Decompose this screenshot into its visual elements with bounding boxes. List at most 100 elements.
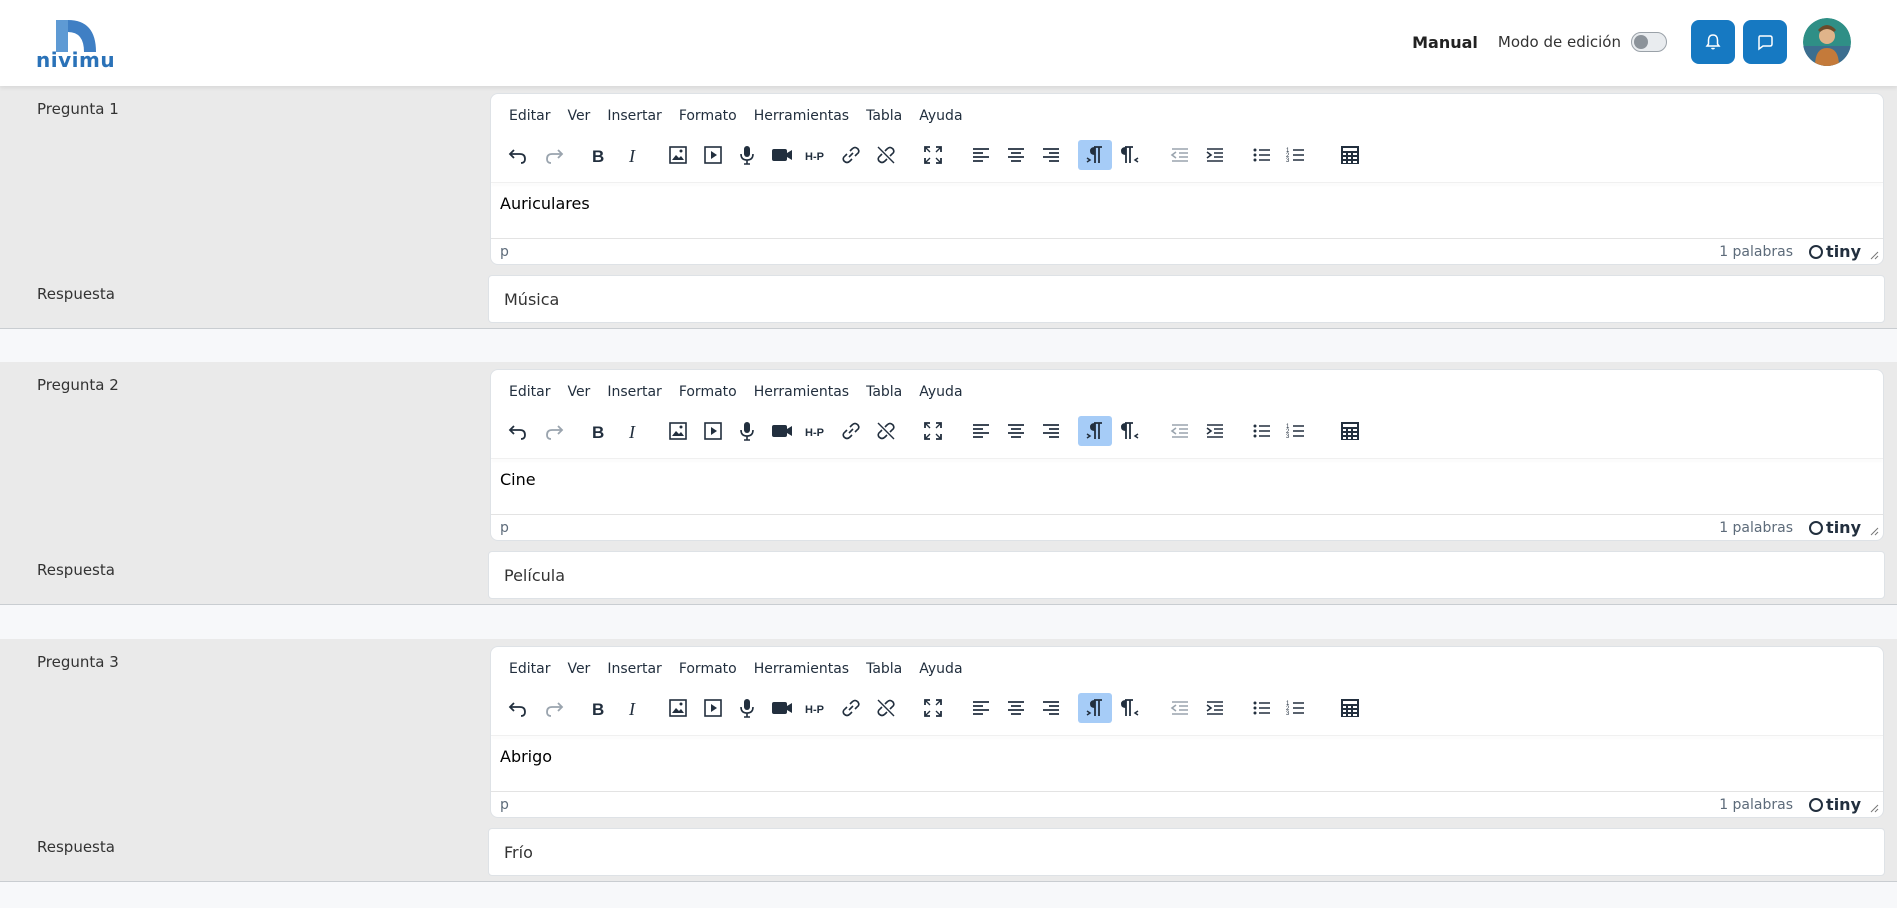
toolbar-button-ltr[interactable] bbox=[1078, 140, 1112, 170]
element-path[interactable]: p bbox=[500, 244, 509, 260]
user-avatar[interactable] bbox=[1803, 18, 1851, 66]
menu-ver[interactable]: Ver bbox=[567, 384, 590, 400]
editor-content[interactable]: Abrigo bbox=[500, 747, 552, 766]
toolbar-button-outdent[interactable] bbox=[1163, 140, 1197, 170]
toolbar-button-undo[interactable] bbox=[501, 140, 535, 170]
toolbar-button-align-center[interactable] bbox=[999, 416, 1033, 446]
toolbar-button-h5p[interactable]: H-P bbox=[799, 140, 833, 170]
menu-editar[interactable]: Editar bbox=[509, 661, 550, 677]
toolbar-button-video-camera[interactable] bbox=[765, 140, 799, 170]
menu-formato[interactable]: Formato bbox=[679, 108, 737, 124]
toolbar-button-align-left[interactable] bbox=[964, 416, 998, 446]
toolbar-button-outdent[interactable] bbox=[1163, 416, 1197, 446]
menu-formato[interactable]: Formato bbox=[679, 661, 737, 677]
toolbar-button-indent[interactable] bbox=[1198, 416, 1232, 446]
toolbar-button-bullet-list[interactable] bbox=[1245, 693, 1279, 723]
tiny-branding[interactable]: tiny bbox=[1809, 518, 1861, 537]
toolbar-button-align-center[interactable] bbox=[999, 693, 1033, 723]
toolbar-button-fullscreen[interactable] bbox=[916, 416, 950, 446]
tiny-branding[interactable]: tiny bbox=[1809, 795, 1861, 814]
edit-mode-toggle[interactable] bbox=[1631, 32, 1667, 52]
toolbar-button-redo[interactable] bbox=[537, 140, 571, 170]
toolbar-button-calculator[interactable] bbox=[1333, 416, 1367, 446]
menu-formato[interactable]: Formato bbox=[679, 384, 737, 400]
editor-content[interactable]: Auriculares bbox=[500, 194, 590, 213]
toolbar-button-undo[interactable] bbox=[501, 693, 535, 723]
toolbar-button-video-camera[interactable] bbox=[765, 416, 799, 446]
manual-link[interactable]: Manual bbox=[1412, 33, 1478, 52]
toolbar-button-unlink[interactable] bbox=[869, 416, 903, 446]
toolbar-button-italic[interactable]: I bbox=[616, 140, 650, 170]
word-count[interactable]: 1 palabras bbox=[1719, 244, 1793, 260]
toolbar-button-align-left[interactable] bbox=[964, 693, 998, 723]
toolbar-button-indent[interactable] bbox=[1198, 693, 1232, 723]
toolbar-button-bold[interactable]: B bbox=[581, 140, 615, 170]
resize-handle-icon[interactable] bbox=[1869, 526, 1879, 536]
toolbar-button-rtl[interactable] bbox=[1113, 140, 1147, 170]
toolbar-button-video-camera[interactable] bbox=[765, 693, 799, 723]
menu-herramientas[interactable]: Herramientas bbox=[754, 661, 849, 677]
word-count[interactable]: 1 palabras bbox=[1719, 520, 1793, 536]
toolbar-button-fullscreen[interactable] bbox=[916, 693, 950, 723]
resize-handle-icon[interactable] bbox=[1869, 803, 1879, 813]
toolbar-button-image[interactable] bbox=[661, 693, 695, 723]
toolbar-button-image[interactable] bbox=[661, 140, 695, 170]
toolbar-button-outdent[interactable] bbox=[1163, 693, 1197, 723]
toolbar-button-bullet-list[interactable] bbox=[1245, 140, 1279, 170]
menu-insertar[interactable]: Insertar bbox=[607, 108, 662, 124]
element-path[interactable]: p bbox=[500, 797, 509, 813]
toolbar-button-bullet-list[interactable] bbox=[1245, 416, 1279, 446]
toolbar-button-numbered-list[interactable]: 123 bbox=[1279, 140, 1313, 170]
toolbar-button-media[interactable] bbox=[696, 416, 730, 446]
toolbar-button-microphone[interactable] bbox=[730, 416, 764, 446]
toolbar-button-unlink[interactable] bbox=[869, 140, 903, 170]
toolbar-button-unlink[interactable] bbox=[869, 693, 903, 723]
toolbar-button-microphone[interactable] bbox=[730, 140, 764, 170]
toolbar-button-rtl[interactable] bbox=[1113, 693, 1147, 723]
toolbar-button-italic[interactable]: I bbox=[616, 693, 650, 723]
toolbar-button-microphone[interactable] bbox=[730, 693, 764, 723]
menu-herramientas[interactable]: Herramientas bbox=[754, 384, 849, 400]
toolbar-button-redo[interactable] bbox=[537, 693, 571, 723]
toolbar-button-link[interactable] bbox=[834, 693, 868, 723]
toolbar-button-calculator[interactable] bbox=[1333, 693, 1367, 723]
tiny-branding[interactable]: tiny bbox=[1809, 242, 1861, 261]
toolbar-button-redo[interactable] bbox=[537, 416, 571, 446]
answer-input[interactable] bbox=[488, 275, 1885, 323]
toolbar-button-fullscreen[interactable] bbox=[916, 140, 950, 170]
nivimu-logo[interactable]: nivimu bbox=[36, 18, 115, 72]
toolbar-button-h5p[interactable]: H-P bbox=[799, 693, 833, 723]
toolbar-button-align-right[interactable] bbox=[1034, 140, 1068, 170]
toolbar-button-align-right[interactable] bbox=[1034, 416, 1068, 446]
answer-input[interactable] bbox=[488, 551, 1885, 599]
menu-ayuda[interactable]: Ayuda bbox=[919, 108, 962, 124]
menu-editar[interactable]: Editar bbox=[509, 108, 550, 124]
menu-tabla[interactable]: Tabla bbox=[866, 108, 902, 124]
menu-herramientas[interactable]: Herramientas bbox=[754, 108, 849, 124]
toolbar-button-align-center[interactable] bbox=[999, 140, 1033, 170]
word-count[interactable]: 1 palabras bbox=[1719, 797, 1793, 813]
toolbar-button-h5p[interactable]: H-P bbox=[799, 416, 833, 446]
element-path[interactable]: p bbox=[500, 520, 509, 536]
menu-ver[interactable]: Ver bbox=[567, 108, 590, 124]
toolbar-button-ltr[interactable] bbox=[1078, 416, 1112, 446]
toolbar-button-align-right[interactable] bbox=[1034, 693, 1068, 723]
toolbar-button-indent[interactable] bbox=[1198, 140, 1232, 170]
answer-input[interactable] bbox=[488, 828, 1885, 876]
toolbar-button-numbered-list[interactable]: 123 bbox=[1279, 416, 1313, 446]
menu-tabla[interactable]: Tabla bbox=[866, 661, 902, 677]
toolbar-button-align-left[interactable] bbox=[964, 140, 998, 170]
toolbar-button-ltr[interactable] bbox=[1078, 693, 1112, 723]
toolbar-button-bold[interactable]: B bbox=[581, 693, 615, 723]
menu-ver[interactable]: Ver bbox=[567, 661, 590, 677]
toolbar-button-rtl[interactable] bbox=[1113, 416, 1147, 446]
toolbar-button-bold[interactable]: B bbox=[581, 416, 615, 446]
menu-insertar[interactable]: Insertar bbox=[607, 661, 662, 677]
toolbar-button-image[interactable] bbox=[661, 416, 695, 446]
toolbar-button-calculator[interactable] bbox=[1333, 140, 1367, 170]
toolbar-button-italic[interactable]: I bbox=[616, 416, 650, 446]
notifications-button[interactable] bbox=[1691, 20, 1735, 64]
toolbar-button-link[interactable] bbox=[834, 140, 868, 170]
toolbar-button-numbered-list[interactable]: 123 bbox=[1279, 693, 1313, 723]
toolbar-button-media[interactable] bbox=[696, 140, 730, 170]
